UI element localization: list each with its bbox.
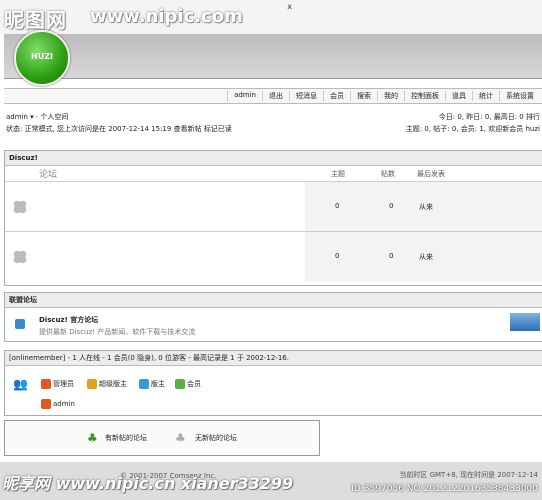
footer-time: 当前时区 GMT+8, 现在时间是 2007-12-14 (399, 471, 538, 479)
nav-item[interactable]: 搜索 (350, 91, 377, 101)
group-super-mod: 超级版主 (87, 379, 127, 389)
forum-list: Discuz! 论坛 主题 帖数 最后发表 0 0 从来 0 0 从来 (4, 150, 542, 286)
footer-id: ID:3597056 NO:20121220163538433000 (351, 484, 538, 494)
new-clover-icon: ♣ (87, 431, 98, 445)
links-box: 联盟论坛 Discuz! 官方论坛 提供最新 Discuz! 产品新闻、软件下载… (4, 292, 542, 342)
row-topics: 0 (335, 252, 340, 260)
user-line: admin ▾ · 个人空间 (6, 113, 69, 121)
close-icon[interactable]: x (287, 2, 292, 11)
watermark-top: 昵图网 www.nipic.com x (0, 0, 542, 34)
nav-item[interactable]: 统计 (472, 91, 499, 101)
link-logo-icon (15, 319, 25, 329)
username-link[interactable]: admin (6, 113, 28, 121)
forum-header: HUZI (4, 30, 542, 86)
online-title: [onlinemember] - 1 人在线 - 1 会员(0 隐身), 0 位… (5, 351, 542, 366)
space-link[interactable]: 个人空间 (40, 113, 68, 121)
forum-columns: 论坛 主题 帖数 最后发表 (5, 167, 542, 181)
online-box: [onlinemember] - 1 人在线 - 1 会员(0 隐身), 0 位… (4, 350, 542, 416)
online-member[interactable]: admin (41, 399, 75, 409)
legend-new: 有新帖的论坛 (105, 434, 147, 442)
mark-read-link[interactable]: 标记已读 (204, 125, 232, 133)
no-new-clover-icon: ♣ (175, 431, 186, 445)
nav-item[interactable]: 短消息 (289, 91, 323, 101)
nav-item[interactable]: 会员 (323, 91, 350, 101)
group-mod: 版主 (139, 379, 165, 389)
col-topics: 主题 (331, 170, 345, 178)
nav-item[interactable]: 控制面板 (404, 91, 445, 101)
users-icon: 👥 (13, 377, 28, 391)
col-last: 最后发表 (417, 170, 445, 178)
forum-row[interactable]: 0 0 从来 (5, 231, 542, 282)
col-forum: 论坛 (39, 170, 58, 180)
nav-item[interactable]: 我的 (377, 91, 404, 101)
legend-none: 无新帖的论坛 (195, 434, 237, 442)
col-posts: 帖数 (381, 170, 395, 178)
row-topics: 0 (335, 202, 340, 210)
no-new-clover-icon (11, 198, 29, 216)
forum-title[interactable]: Discuz! (5, 151, 542, 166)
banner-image[interactable] (510, 313, 540, 331)
watermark-site: 昵图网 (4, 8, 67, 32)
nav-item[interactable]: 系统设置 (499, 91, 540, 101)
row-last: 从来 (419, 253, 433, 261)
status-line: 状态: 正常模式, 您上次访问是在 2007-12-14 15:19 查看新帖 … (6, 124, 232, 134)
row-posts: 0 (389, 252, 394, 260)
legend-box: ♣ 有新帖的论坛 ♣ 无新帖的论坛 (4, 420, 320, 456)
link-desc: 提供最新 Discuz! 产品新闻、软件下载与技术交流 (39, 328, 196, 336)
status-text: 状态: 正常模式, 您上次访问是在 2007-12-14 15:19 (6, 125, 172, 133)
group-member: 会员 (175, 379, 201, 389)
watermark-bottom: 昵享网 www.nipic.cn xianer33299 (2, 474, 294, 493)
no-new-clover-icon (11, 248, 29, 266)
link-name[interactable]: Discuz! 官方论坛 (39, 315, 98, 325)
nav-item[interactable]: 退出 (262, 91, 289, 101)
forum-row[interactable]: 0 0 从来 (5, 181, 542, 232)
logo-text: HUZI (31, 52, 53, 61)
top-nav: admin 退出 短消息 会员 搜索 我的 控制面板 道具 统计 系统设置 (4, 88, 542, 104)
new-posts-link[interactable]: 查看新帖 (174, 125, 202, 133)
row-last: 从来 (419, 203, 433, 211)
logo[interactable]: HUZI (14, 30, 70, 86)
stats-totals: 主题: 0, 帖子: 0, 会员: 1, 欢迎新会员 huzi (405, 125, 540, 133)
links-title: 联盟论坛 (5, 293, 542, 308)
stats-today: 今日: 0, 昨日: 0, 最高日: 0 排行 (438, 113, 540, 121)
nav-item[interactable]: 道具 (445, 91, 472, 101)
watermark-url: www.nipic.com (90, 6, 243, 27)
group-admin: 管理员 (41, 379, 74, 389)
nav-item[interactable]: admin (227, 91, 262, 101)
row-posts: 0 (389, 202, 394, 210)
